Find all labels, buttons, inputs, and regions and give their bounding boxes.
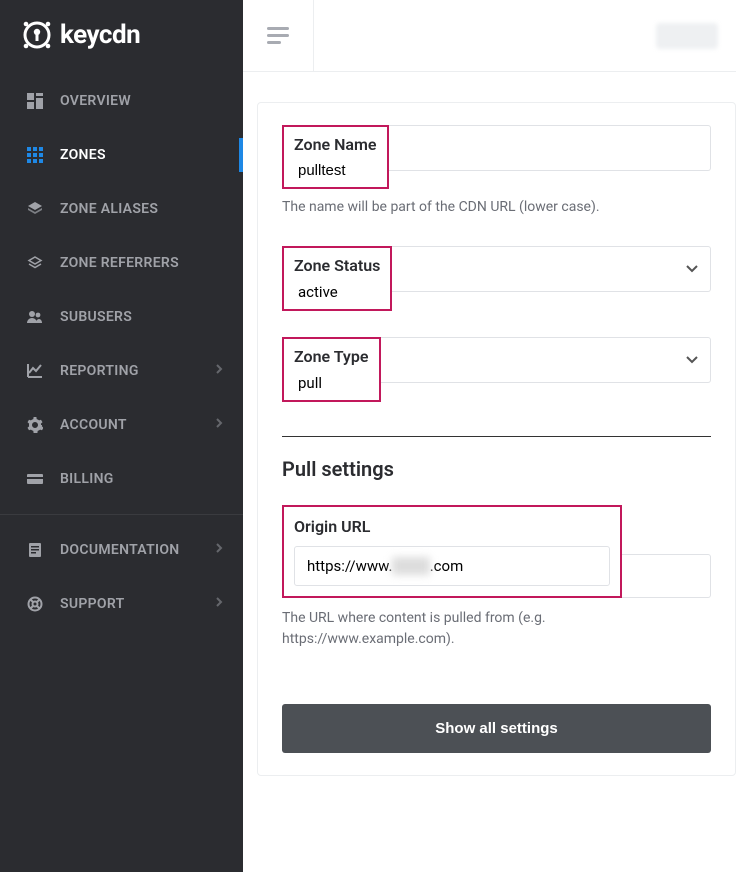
- gear-icon: [26, 416, 44, 434]
- zone-name-input[interactable]: [294, 154, 364, 179]
- field-zone-type: Zone Type pull: [258, 337, 735, 428]
- nav-support[interactable]: SUPPORT: [0, 577, 243, 631]
- nav-label: REPORTING: [60, 363, 139, 379]
- nav-label: DOCUMENTATION: [60, 542, 179, 558]
- zone-form-card: Zone Name The name will be part of the C…: [257, 102, 736, 776]
- chart-icon: [26, 362, 44, 380]
- origin-url-prefix: https://www.: [307, 557, 392, 575]
- nav-billing[interactable]: BILLING: [0, 452, 243, 506]
- nav-label: ACCOUNT: [60, 417, 127, 433]
- users-icon: [26, 308, 44, 326]
- field-origin-url: Origin URL https://www.xxxxx.com The URL…: [258, 505, 735, 678]
- topbar: [243, 0, 736, 72]
- origin-url-hidden: xxxxx: [392, 557, 429, 575]
- nav-account[interactable]: ACCOUNT: [0, 398, 243, 452]
- nav-overview[interactable]: OVERVIEW: [0, 74, 243, 128]
- nav-zones[interactable]: ZONES: [0, 128, 243, 182]
- grid-icon: [26, 146, 44, 164]
- nav-label: SUPPORT: [60, 596, 125, 612]
- nav-label: BILLING: [60, 471, 114, 487]
- topbar-divider: [313, 0, 314, 72]
- sidebar: keycdn OVERVIEW ZONES ZONE ALIASES: [0, 0, 243, 872]
- zone-type-highlight: Zone Type pull: [282, 337, 381, 402]
- origin-url-label: Origin URL: [294, 517, 610, 536]
- zone-status-highlight: Zone Status active: [282, 246, 392, 311]
- chevron-right-icon: [215, 596, 223, 612]
- origin-url-input[interactable]: https://www.xxxxx.com: [294, 546, 610, 586]
- nav-documentation[interactable]: DOCUMENTATION: [0, 523, 243, 577]
- nav-label: ZONE REFERRERS: [60, 255, 179, 271]
- nav-label: ZONE ALIASES: [60, 201, 158, 217]
- section-divider: [282, 436, 711, 437]
- origin-url-suffix: .com: [430, 557, 464, 575]
- nav-label: ZONES: [60, 147, 106, 163]
- topbar-account-blur[interactable]: [656, 23, 718, 49]
- nav-label: SUBUSERS: [60, 309, 132, 325]
- zone-name-highlight: Zone Name: [282, 125, 389, 189]
- zone-name-help: The name will be part of the CDN URL (lo…: [282, 197, 711, 218]
- field-zone-name: Zone Name The name will be part of the C…: [258, 125, 735, 246]
- layers-outline-icon: [26, 254, 44, 272]
- zone-type-label: Zone Type: [294, 347, 369, 366]
- chevron-right-icon: [215, 417, 223, 433]
- chevron-right-icon: [215, 363, 223, 379]
- logo[interactable]: keycdn: [0, 0, 243, 74]
- logo-icon: [20, 18, 54, 52]
- layers-icon: [26, 200, 44, 218]
- origin-url-highlight: Origin URL https://www.xxxxx.com: [282, 505, 622, 598]
- zone-name-label: Zone Name: [294, 135, 377, 154]
- zone-status-value: active: [294, 275, 354, 301]
- field-zone-status: Zone Status active: [258, 246, 735, 337]
- lifebuoy-icon: [26, 595, 44, 613]
- zone-type-value: pull: [294, 366, 354, 392]
- chevron-right-icon: [215, 542, 223, 558]
- logo-text: keycdn: [60, 20, 140, 50]
- nav-divider: [0, 514, 243, 515]
- dashboard-icon: [26, 92, 44, 110]
- content: Zone Name The name will be part of the C…: [243, 72, 736, 872]
- nav-reporting[interactable]: REPORTING: [0, 344, 243, 398]
- show-all-settings-button[interactable]: Show all settings: [282, 704, 711, 753]
- zone-status-select[interactable]: [390, 246, 711, 292]
- nav-zone-aliases[interactable]: ZONE ALIASES: [0, 182, 243, 236]
- menu-toggle-icon[interactable]: [261, 21, 295, 50]
- zone-name-input-extend[interactable]: [387, 125, 711, 171]
- credit-card-icon: [26, 470, 44, 488]
- nav-subusers[interactable]: SUBUSERS: [0, 290, 243, 344]
- main-nav: OVERVIEW ZONES ZONE ALIASES ZONE REFERRE…: [0, 74, 243, 872]
- nav-label: OVERVIEW: [60, 93, 131, 109]
- nav-zone-referrers[interactable]: ZONE REFERRERS: [0, 236, 243, 290]
- origin-url-help: The URL where content is pulled from (e.…: [282, 608, 711, 650]
- document-icon: [26, 541, 44, 559]
- zone-status-label: Zone Status: [294, 256, 380, 275]
- main: Zone Name The name will be part of the C…: [243, 0, 736, 872]
- origin-url-input-extend[interactable]: [622, 554, 711, 598]
- pull-settings-title: Pull settings: [258, 457, 735, 505]
- zone-type-select[interactable]: [379, 337, 712, 383]
